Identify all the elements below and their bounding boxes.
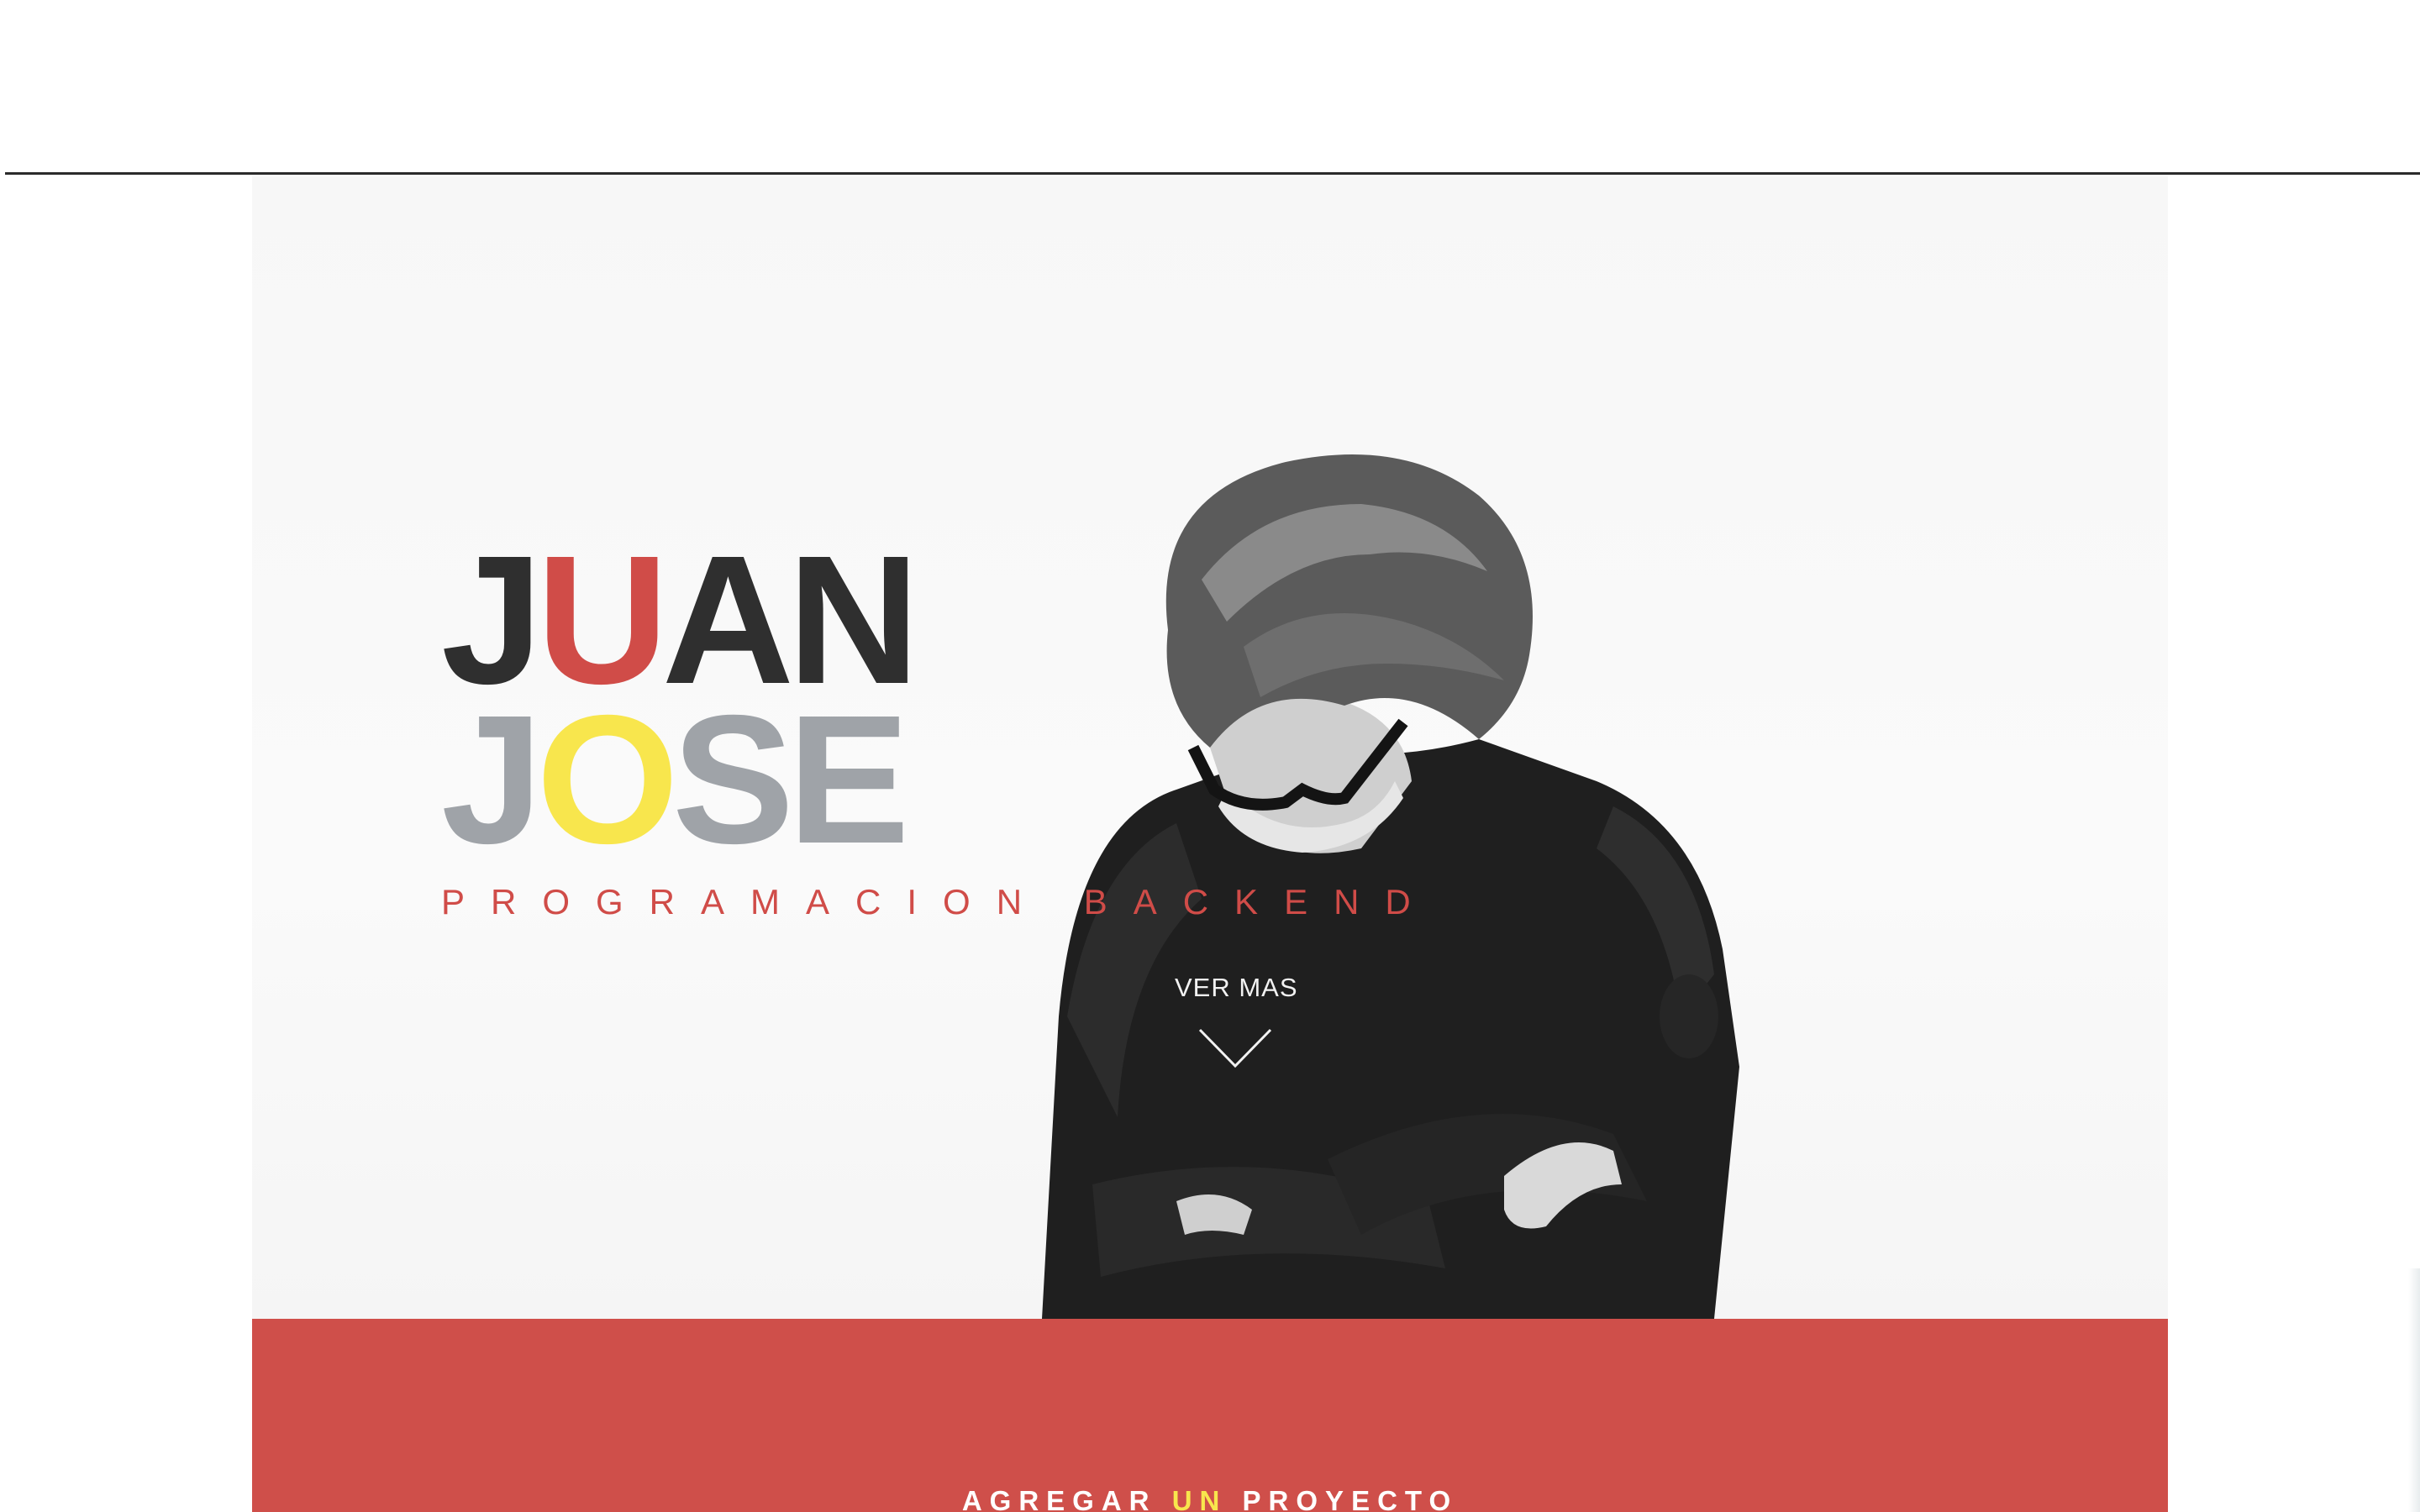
page: JUAN JOSE PROGRAMACION BACKEND VER MAS A… (0, 0, 2420, 1512)
hero-subtitle: PROGRAMACION BACKEND (441, 882, 1437, 921)
cta-part1: AGREGAR (961, 1485, 1157, 1512)
ver-mas-link[interactable]: VER MAS (1175, 973, 1298, 1003)
top-header (0, 0, 2420, 172)
name-last-part2: SE (671, 678, 910, 882)
cta-accent: UN (1171, 1485, 1228, 1512)
hero-section: JUAN JOSE PROGRAMACION BACKEND VER MAS (252, 176, 2168, 1319)
cta-band: AGREGAR UN PROYECTO (252, 1319, 2168, 1512)
name-last-part1: J (441, 678, 543, 882)
cta-part2: PROYECTO (1242, 1485, 1459, 1512)
chevron-down-icon[interactable] (1198, 1027, 1272, 1069)
header-divider (5, 172, 2420, 175)
portrait-photo (1008, 428, 1765, 1319)
name-last: JOSE (441, 689, 910, 872)
agregar-proyecto-link[interactable]: AGREGAR UN PROYECTO (252, 1485, 2168, 1512)
window-edge (2408, 1268, 2420, 1512)
name-last-accent: O (536, 678, 679, 882)
